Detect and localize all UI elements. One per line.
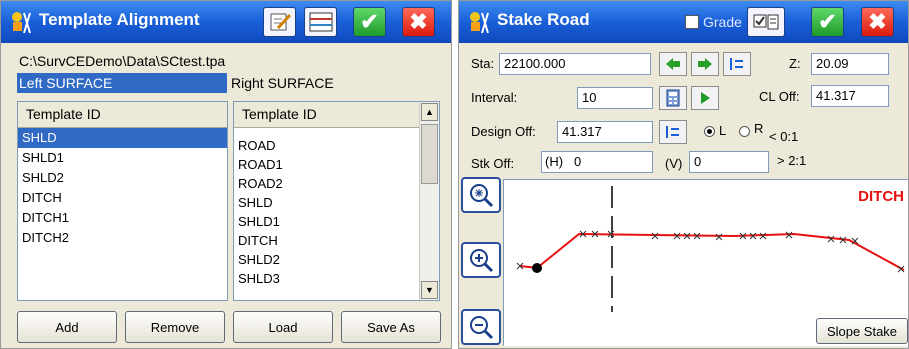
close-icon: ✖ [409, 9, 428, 34]
v-label: (V) [665, 156, 683, 171]
edit-icon [270, 13, 291, 31]
zoom-out-icon [470, 316, 494, 340]
stk-off-v-input[interactable]: 0 [689, 151, 769, 173]
list-item[interactable]: SHLD2 [18, 168, 227, 188]
add-button[interactable]: Add [17, 311, 117, 343]
cl-off-label: CL Off: [759, 89, 800, 104]
right-list-header[interactable]: Template ID [234, 102, 419, 128]
close-button[interactable]: ✖ [861, 7, 894, 37]
checkmark-icon: ✔ [360, 9, 379, 34]
ok-button[interactable]: ✔ [811, 7, 844, 37]
scroll-up-icon[interactable]: ▲ [421, 103, 438, 121]
template-grid-icon [309, 12, 332, 32]
stk-off-h-input[interactable]: (H) 0 [541, 151, 653, 173]
grade-label: Grade [703, 14, 742, 30]
checklist-icon [753, 14, 779, 30]
zoom-in-button[interactable] [461, 242, 501, 278]
zoom-extents-icon [470, 184, 494, 208]
list-item[interactable]: SHLD1 [18, 148, 227, 168]
list-icon [666, 126, 679, 138]
cross-section-view[interactable]: DITCH Slope Stake [503, 179, 908, 346]
surveyor-icon [12, 12, 31, 34]
position-marker [532, 263, 542, 273]
station-list-button[interactable] [723, 52, 751, 76]
edit-button[interactable] [263, 7, 296, 37]
surveyor-icon [470, 12, 489, 34]
station-input[interactable]: 22100.000 [499, 53, 651, 75]
calculator-button[interactable] [659, 86, 687, 110]
list-item[interactable]: ROAD2 [234, 174, 419, 193]
template-alignment-window: Template Alignment ✔ ✖ C:\SurvCEDemo\Dat… [0, 0, 452, 349]
sta-label: Sta: [471, 56, 495, 71]
grade-checkbox[interactable] [685, 15, 699, 29]
list-item[interactable]: DITCH [234, 231, 419, 250]
arrow-right-icon [698, 58, 712, 70]
zoom-extents-button[interactable] [461, 177, 501, 213]
list-item[interactable]: SHLD [18, 128, 227, 148]
right-surface-tab[interactable]: Right SURFACE [231, 75, 334, 91]
options-button[interactable] [747, 7, 785, 37]
list-item[interactable]: DITCH1 [18, 208, 227, 228]
cl-off-value: 41.317 [811, 85, 889, 107]
scrollbar[interactable]: ▲ ▼ [419, 102, 439, 300]
slope-stake-button[interactable]: Slope Stake [816, 318, 908, 344]
window-title: Template Alignment [39, 10, 200, 29]
right-template-list[interactable]: Template ID ROAD ROAD1 ROAD2 SHLD SHLD1 … [233, 101, 440, 301]
play-button[interactable] [691, 86, 719, 110]
road-profile-line [519, 232, 905, 271]
side-right-label: R [754, 121, 764, 136]
interval-label: Interval: [471, 90, 518, 105]
h-label: (H) [545, 154, 564, 169]
ok-button[interactable]: ✔ [353, 7, 386, 37]
side-left-radio[interactable] [704, 126, 715, 137]
list-item[interactable]: SHLD2 [234, 250, 419, 269]
scroll-thumb[interactable] [421, 124, 438, 184]
load-button[interactable]: Load [233, 311, 333, 343]
list-item[interactable]: SHLD1 [234, 212, 419, 231]
list-item[interactable]: ROAD1 [234, 155, 419, 174]
interval-input[interactable]: 10 [577, 87, 653, 109]
stake-road-window: Stake Road Grade ✔ ✖ Sta: 22100.000 Z: 2… [458, 0, 909, 349]
side-right-radio[interactable] [739, 126, 750, 137]
station-down-button[interactable] [659, 52, 687, 76]
arrow-left-icon [666, 58, 680, 70]
remove-button[interactable]: Remove [125, 311, 225, 343]
close-icon: ✖ [868, 9, 887, 34]
fill-slope-ratio: > 2:1 [777, 153, 807, 168]
save-as-button[interactable]: Save As [341, 311, 441, 343]
zoom-out-button[interactable] [461, 309, 501, 345]
list-item[interactable]: SHLD [234, 193, 419, 212]
side-left-label: L [719, 123, 727, 138]
scroll-down-icon[interactable]: ▼ [421, 281, 438, 299]
stk-off-label: Stk Off: [471, 156, 515, 171]
list-item[interactable]: DITCH [18, 188, 227, 208]
checkmark-icon: ✔ [818, 9, 837, 34]
z-label: Z: [789, 56, 801, 71]
cut-slope-ratio: < 0:1 [769, 129, 799, 144]
title-bar: Template Alignment ✔ ✖ [1, 1, 451, 43]
title-bar: Stake Road Grade ✔ ✖ [459, 1, 908, 43]
left-template-list[interactable]: Template ID SHLD SHLD1 SHLD2 DITCH DITCH… [17, 101, 228, 301]
h-value: 0 [574, 154, 582, 169]
list-icon [730, 58, 743, 70]
z-value: 20.09 [811, 53, 889, 75]
zoom-in-icon [470, 249, 494, 273]
list-item[interactable]: DITCH2 [18, 228, 227, 248]
calculator-icon [666, 89, 680, 107]
design-off-input[interactable]: 41.317 [557, 121, 653, 143]
left-list-header[interactable]: Template ID [18, 102, 227, 128]
list-item[interactable]: ROAD [234, 136, 419, 155]
template-view-button[interactable] [304, 7, 337, 37]
play-icon [701, 92, 710, 104]
left-surface-tab[interactable]: Left SURFACE [17, 73, 227, 93]
offset-list-button[interactable] [659, 120, 687, 144]
file-path: C:\SurvCEDemo\Data\SCtest.tpa [19, 53, 226, 69]
close-button[interactable]: ✖ [402, 7, 435, 37]
list-item[interactable]: SHLD3 [234, 269, 419, 288]
window-title: Stake Road [497, 10, 590, 29]
station-up-button[interactable] [691, 52, 719, 76]
design-off-label: Design Off: [471, 124, 536, 139]
